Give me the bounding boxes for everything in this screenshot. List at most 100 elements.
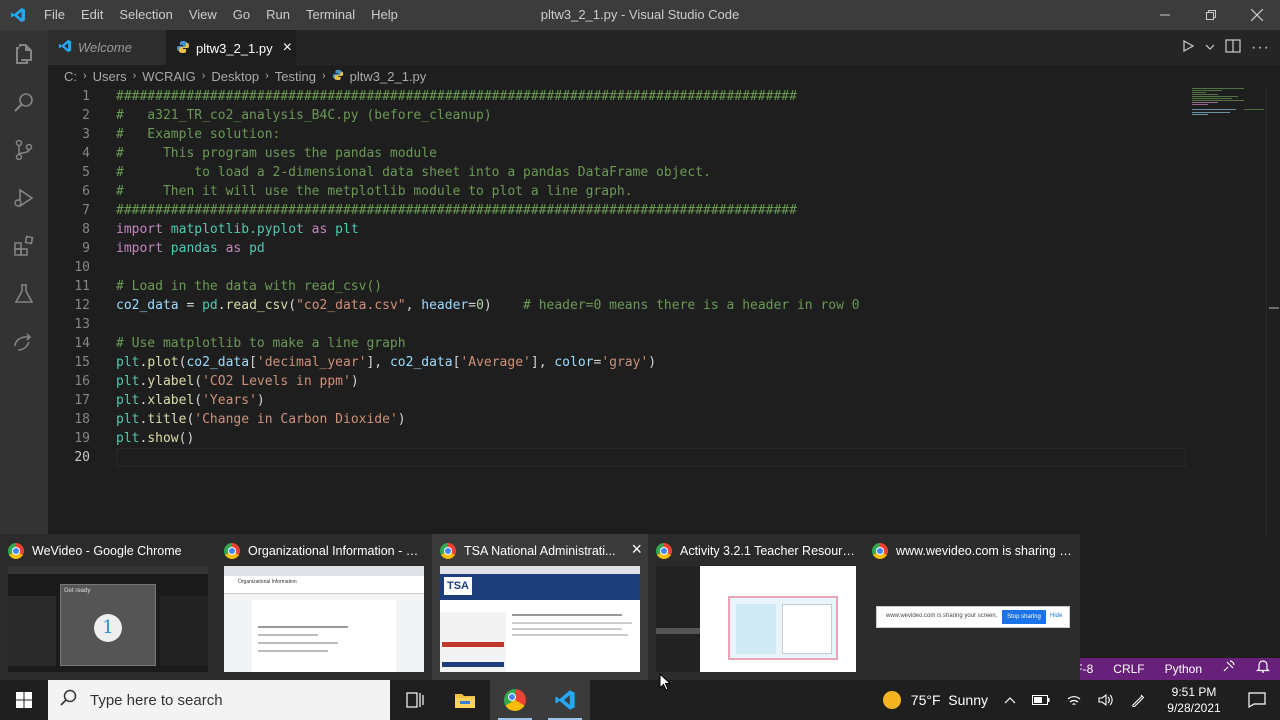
sharing-message: www.wevideo.com is sharing your screen. bbox=[886, 613, 998, 619]
code-line[interactable]: 1 #######################################… bbox=[48, 87, 1188, 106]
menu-file[interactable]: File bbox=[36, 0, 73, 30]
clock[interactable]: 9:51 PM 9/28/2021 bbox=[1154, 684, 1234, 716]
chrome-taskbar-icon[interactable] bbox=[490, 680, 540, 720]
restore-button[interactable] bbox=[1188, 0, 1234, 30]
feedback-icon[interactable] bbox=[1212, 658, 1246, 680]
breadcrumb-item[interactable]: pltw3_2_1.py bbox=[332, 69, 426, 84]
breadcrumb: C: › Users › WCRAIG › Desktop › Testing › pltw3_2_… bbox=[48, 65, 1280, 87]
hide-link: Hide bbox=[1050, 613, 1063, 619]
vscode-taskbar-icon[interactable] bbox=[540, 680, 590, 720]
action-center-icon[interactable] bbox=[1234, 680, 1280, 720]
code-token: plt bbox=[116, 393, 140, 408]
code-token: color bbox=[554, 355, 594, 370]
explorer-icon[interactable] bbox=[0, 30, 48, 78]
eol-status[interactable]: CRLF bbox=[1103, 658, 1154, 680]
tab-label: Welcome bbox=[78, 40, 132, 55]
preview-window-wevideo[interactable]: WeVideo - Google Chrome Get ready 1 bbox=[0, 534, 216, 680]
volume-icon[interactable] bbox=[1090, 680, 1122, 720]
weather-widget[interactable]: 75°F Sunny bbox=[875, 680, 996, 720]
code-token: xlabel bbox=[147, 393, 195, 408]
remote-explorer-icon[interactable] bbox=[0, 318, 48, 366]
code-text: ########################################… bbox=[116, 87, 797, 106]
menu-view[interactable]: View bbox=[181, 0, 225, 30]
breadcrumb-item[interactable]: WCRAIG bbox=[142, 69, 195, 84]
preview-window-wevideo-sharing[interactable]: www.wevideo.com is sharing y... www.wevi… bbox=[864, 534, 1080, 680]
close-tab-icon[interactable]: × bbox=[283, 39, 292, 57]
breadcrumb-item[interactable]: C: bbox=[64, 69, 77, 84]
windows-start-icon[interactable] bbox=[0, 680, 48, 720]
code-line[interactable]: 12 co2_data = pd.read_csv("co2_data.csv",… bbox=[48, 296, 1188, 315]
code-line[interactable]: 5 # to load a 2-dimensional data sheet in… bbox=[48, 163, 1188, 182]
code-token: . bbox=[217, 298, 226, 313]
code-line[interactable]: 10 bbox=[48, 258, 1188, 277]
run-python-file-icon[interactable] bbox=[1181, 39, 1195, 56]
preview-thumb-text: Organizational Information bbox=[238, 579, 297, 585]
split-editor-icon[interactable] bbox=[1225, 39, 1241, 56]
preview-window-tsa[interactable]: TSA National Administrati... × TSA bbox=[432, 534, 648, 680]
code-line[interactable]: 18 plt.title('Change in Carbon Dioxide') bbox=[48, 410, 1188, 429]
minimap[interactable] bbox=[1190, 87, 1266, 117]
preview-window-activity-321[interactable]: Activity 3.2.1 Teacher Resources... bbox=[648, 534, 864, 680]
source-control-icon[interactable] bbox=[0, 126, 48, 174]
tab-welcome[interactable]: Welcome bbox=[48, 30, 166, 65]
code-token: ########################################… bbox=[116, 89, 797, 104]
breadcrumb-item[interactable]: Testing bbox=[275, 69, 316, 84]
code-line[interactable]: 17 plt.xlabel('Years') bbox=[48, 391, 1188, 410]
preview-window-organizational-info[interactable]: Organizational Information - G... Organi… bbox=[216, 534, 432, 680]
code-token: ) bbox=[648, 355, 657, 370]
code-token: 'decimal_year' bbox=[256, 355, 367, 370]
system-tray: 75°F Sunny 9:51 PM 9/28/2021 bbox=[875, 680, 1280, 720]
menu-edit[interactable]: Edit bbox=[73, 0, 111, 30]
menu-run[interactable]: Run bbox=[258, 0, 298, 30]
line-number: 20 bbox=[74, 450, 90, 465]
pen-icon[interactable] bbox=[1122, 680, 1154, 720]
code-line[interactable]: 9 import pandas as pd bbox=[48, 239, 1188, 258]
run-debug-icon[interactable] bbox=[0, 174, 48, 222]
breadcrumb-label: Testing bbox=[274, 68, 316, 84]
code-line[interactable]: 20 bbox=[48, 448, 1188, 467]
more-actions-icon[interactable]: ··· bbox=[1251, 39, 1270, 57]
chevron-down-icon[interactable] bbox=[1205, 40, 1215, 55]
code-line[interactable]: 6 # Then it will use the metplotlib modul… bbox=[48, 182, 1188, 201]
code-token: # This program uses the pandas module bbox=[116, 146, 437, 161]
tab-pltw3-2-1[interactable]: pltw3_2_1.py × bbox=[166, 30, 296, 65]
code-line[interactable]: 4 # This program uses the pandas module bbox=[48, 144, 1188, 163]
file-explorer-icon[interactable] bbox=[440, 680, 490, 720]
code-editor[interactable]: 1 #######################################… bbox=[48, 87, 1280, 537]
code-line[interactable]: 11 # Load in the data with read_csv() bbox=[48, 277, 1188, 296]
code-line[interactable]: 3 # Example solution: bbox=[48, 125, 1188, 144]
search-icon[interactable] bbox=[0, 78, 48, 126]
vertical-scrollbar[interactable] bbox=[1266, 87, 1280, 537]
task-view-icon[interactable] bbox=[390, 680, 440, 720]
chevron-right-icon: › bbox=[265, 70, 269, 82]
close-preview-icon[interactable]: × bbox=[631, 540, 642, 558]
preview-title: WeVideo - Google Chrome bbox=[32, 544, 182, 558]
minimize-button[interactable] bbox=[1142, 0, 1188, 30]
clock-time: 9:51 PM bbox=[1171, 685, 1217, 699]
code-line[interactable]: 16 plt.ylabel('CO2 Levels in ppm') bbox=[48, 372, 1188, 391]
wifi-icon[interactable] bbox=[1058, 680, 1090, 720]
menu-help[interactable]: Help bbox=[363, 0, 406, 30]
extensions-icon[interactable] bbox=[0, 222, 48, 270]
chevron-up-icon[interactable] bbox=[996, 680, 1024, 720]
notifications-bell-icon[interactable] bbox=[1246, 658, 1280, 680]
battery-icon[interactable] bbox=[1024, 680, 1058, 720]
code-line[interactable]: 13 bbox=[48, 315, 1188, 334]
code-line[interactable]: 14 # Use matplotlib to make a line graph bbox=[48, 334, 1188, 353]
menu-go[interactable]: Go bbox=[225, 0, 258, 30]
taskbar-search-box[interactable]: Type here to search bbox=[48, 680, 390, 720]
code-line[interactable]: 15 plt.plot(co2_data['decimal_year'], co2… bbox=[48, 353, 1188, 372]
line-number: 6 bbox=[82, 184, 90, 199]
menu-selection[interactable]: Selection bbox=[111, 0, 180, 30]
chevron-right-icon: › bbox=[322, 70, 326, 82]
language-status[interactable]: Python bbox=[1155, 658, 1212, 680]
menu-terminal[interactable]: Terminal bbox=[298, 0, 363, 30]
code-line[interactable]: 19 plt.show() bbox=[48, 429, 1188, 448]
breadcrumb-item[interactable]: Desktop bbox=[211, 69, 259, 84]
close-window-button[interactable] bbox=[1234, 0, 1280, 30]
code-line[interactable]: 8 import matplotlib.pyplot as plt bbox=[48, 220, 1188, 239]
code-line[interactable]: 2 # a321_TR_co2_analysis_B4C.py (before_c… bbox=[48, 106, 1188, 125]
breadcrumb-item[interactable]: Users bbox=[93, 69, 127, 84]
code-line[interactable]: 7 #######################################… bbox=[48, 201, 1188, 220]
testing-flask-icon[interactable] bbox=[0, 270, 48, 318]
